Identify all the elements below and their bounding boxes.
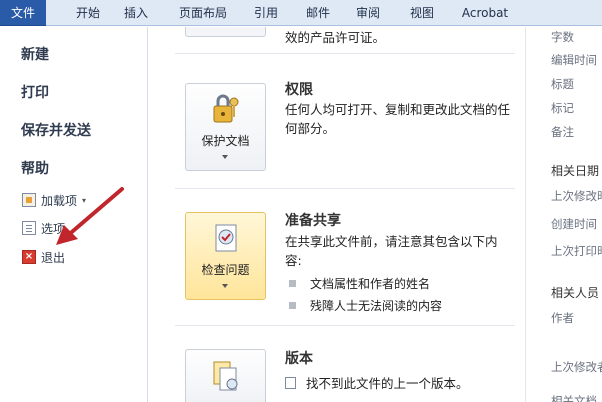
versions-desc-row: 找不到此文件的上一个版本。 xyxy=(285,373,469,392)
inspect-document-icon xyxy=(215,224,237,252)
bullet-icon xyxy=(289,280,296,287)
nav-new[interactable]: 新建 xyxy=(21,44,49,64)
versions-title: 版本 xyxy=(285,351,313,367)
bullet-text: 残障人士无法阅读的内容 xyxy=(310,299,443,313)
prop-last-printed: 上次打印时 xyxy=(551,244,602,258)
related-people-header: 相关人员 xyxy=(551,286,600,300)
tab-view[interactable]: 视图 xyxy=(404,0,440,26)
tab-acrobat[interactable]: Acrobat xyxy=(455,0,515,26)
backstage-nav: 新建 打印 保存并发送 帮助 加载项 ▾ 选项 × 退出 xyxy=(0,27,148,402)
protect-document-label: 保护文档 xyxy=(201,134,250,148)
info-panel: 效的产品许可证。 保护文档 权限 任何人均可打开、复制和更改此文档的任何部分。 … xyxy=(149,27,524,402)
nav-exit[interactable]: × 退出 xyxy=(22,248,65,266)
prop-created: 创建时间 xyxy=(551,217,597,231)
tab-references[interactable]: 引用 xyxy=(248,0,284,26)
prop-word-count: 字数 xyxy=(551,30,574,44)
related-documents-header: 相关文档 xyxy=(551,394,597,402)
tab-mailings[interactable]: 邮件 xyxy=(300,0,336,26)
check-issues-button[interactable]: 检查问题 xyxy=(185,212,266,300)
nav-save-send[interactable]: 保存并发送 xyxy=(21,120,91,140)
document-icon xyxy=(285,376,296,389)
nav-print[interactable]: 打印 xyxy=(21,82,49,102)
lock-key-icon xyxy=(213,94,239,123)
bullet-icon xyxy=(289,302,296,309)
prepare-sharing-title: 准备共享 xyxy=(285,213,341,229)
prop-title[interactable]: 标题 xyxy=(551,76,574,92)
manage-versions-button[interactable] xyxy=(185,349,266,402)
prop-tags[interactable]: 标记 xyxy=(551,100,574,116)
addin-icon xyxy=(22,193,36,207)
prop-last-modified: 上次修改时 xyxy=(551,189,602,203)
tab-review[interactable]: 审阅 xyxy=(350,0,386,26)
ribbon-tab-bar: 文件 开始 插入 页面布局 引用 邮件 审阅 视图 Acrobat xyxy=(0,0,602,26)
protect-document-button[interactable]: 保护文档 xyxy=(185,83,266,171)
list-item: 残障人士无法阅读的内容 xyxy=(289,297,442,314)
prop-edit-time: 编辑时间 xyxy=(551,53,597,67)
divider xyxy=(175,53,515,54)
prop-comments[interactable]: 备注 xyxy=(551,124,574,140)
tab-page-layout[interactable]: 页面布局 xyxy=(172,0,234,26)
pointer-arrow-annotation xyxy=(56,187,124,245)
properties-panel: 字数 编辑时间 标题 标记 备注 相关日期 上次修改时 创建时间 上次打印时 相… xyxy=(525,27,602,402)
prepare-sharing-desc: 在共享此文件前，请注意其包含以下内容: xyxy=(285,234,498,268)
divider xyxy=(175,188,515,189)
tab-home[interactable]: 开始 xyxy=(70,0,106,26)
options-icon xyxy=(22,221,36,235)
prop-last-modified-by: 上次修改者 xyxy=(551,360,602,374)
related-dates-header: 相关日期 xyxy=(551,164,600,178)
chevron-down-icon xyxy=(222,155,228,159)
tab-file[interactable]: 文件 xyxy=(0,0,46,26)
check-issues-label: 检查问题 xyxy=(201,263,250,277)
divider xyxy=(175,325,515,326)
exit-icon: × xyxy=(22,250,36,264)
nav-help[interactable]: 帮助 xyxy=(21,158,49,178)
chevron-down-icon xyxy=(222,284,228,288)
prop-author: 作者 xyxy=(551,311,574,325)
license-text-partial: 效的产品许可证。 xyxy=(285,30,386,45)
versions-desc: 找不到此文件的上一个版本。 xyxy=(306,376,469,391)
list-item: 文档属性和作者的姓名 xyxy=(289,275,430,292)
license-button-partial[interactable] xyxy=(185,27,266,37)
bullet-text: 文档属性和作者的姓名 xyxy=(310,277,431,291)
nav-exit-label: 退出 xyxy=(41,250,66,265)
tab-insert[interactable]: 插入 xyxy=(118,0,154,26)
permissions-desc: 任何人均可打开、复制和更改此文档的任何部分。 xyxy=(285,102,511,136)
permissions-title: 权限 xyxy=(285,82,313,98)
versions-icon xyxy=(213,361,238,391)
